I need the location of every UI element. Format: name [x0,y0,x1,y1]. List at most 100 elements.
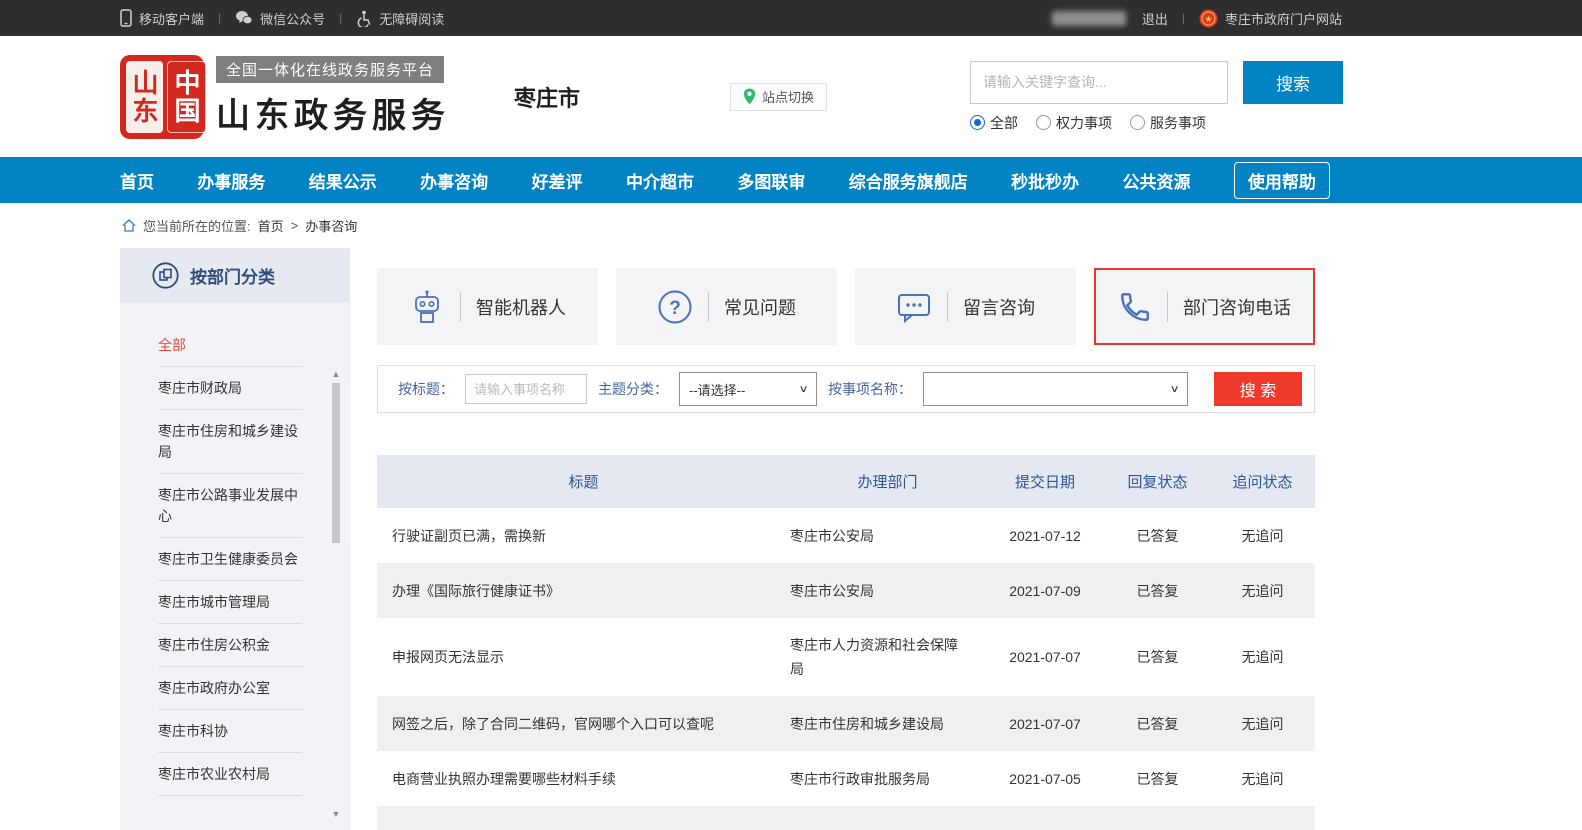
accessibility-link[interactable]: 无障碍阅读 [356,9,444,28]
nav-item-services[interactable]: 办事服务 [197,168,265,193]
item-name-select[interactable]: ∨ [923,372,1188,406]
breadcrumb-home-link[interactable]: 首页 [258,216,284,235]
row-department: 枣庄市人力资源和社会保障局 [790,633,985,681]
nav-item-rating[interactable]: 好差评 [532,168,583,193]
nav-item-home[interactable]: 首页 [120,168,154,193]
topbar-divider: | [1182,11,1185,25]
radio-service-items[interactable]: 服务事项 [1130,113,1206,133]
sidebar-item-city-management[interactable]: 枣庄市城市管理局 [158,581,302,624]
row-followup-status: 无追问 [1210,526,1315,546]
message-bubble-icon [896,290,932,324]
portal-link[interactable]: ★ 枣庄市政府门户网站 [1199,9,1342,28]
table-row[interactable]: 办理《国际旅行健康证书》 枣庄市公安局 2021-07-09 已答复 无追问 [377,563,1315,618]
nav-item-joint-review[interactable]: 多图联审 [737,168,805,193]
portal-label: 枣庄市政府门户网站 [1225,9,1342,28]
table-row[interactable]: 行驶证副页已满，需换新 枣庄市公安局 2021-07-12 已答复 无追问 [377,508,1315,563]
table-row[interactable]: 网签之后，除了合同二维码，官网哪个入口可以查呢 枣庄市住房和城乡建设局 2021… [377,696,1315,751]
row-title-link[interactable]: 申报网页无法显示 [377,647,790,667]
row-reply-status: 已答复 [1105,714,1210,734]
table-row[interactable]: 申报网页无法显示 枣庄市人力资源和社会保障局 2021-07-07 已答复 无追… [377,618,1315,696]
scroll-up-icon[interactable]: ▲ [330,369,342,379]
topic-select[interactable]: --请选择-- ∨ [679,372,817,406]
radio-unselected-icon [1130,115,1145,130]
sidebar-department-list: 全部 枣庄市财政局 枣庄市住房和城乡建设局 枣庄市公路事业发展中心 枣庄市卫生健… [120,303,350,830]
shandong-seal-logo: 山东 中国 [120,55,204,139]
row-date: 2021-07-07 [985,649,1105,665]
row-title-link[interactable]: 办理《国际旅行健康证书》 [377,581,790,601]
row-department: 枣庄市住房和城乡建设局 [790,712,985,736]
nav-item-consultation[interactable]: 办事咨询 [420,168,488,193]
home-icon [122,219,136,232]
city-name: 枣庄市 [514,81,580,113]
national-emblem-icon: ★ [1199,9,1218,28]
row-title-link[interactable]: 网签之后，除了合同二维码，官网哪个入口可以查呢 [377,714,790,734]
username-masked [1052,11,1126,26]
row-title-link[interactable]: 行驶证副页已满，需换新 [377,526,790,546]
sidebar-item-health-commission[interactable]: 枣庄市卫生健康委员会 [158,538,302,581]
sidebar-item-agriculture-bureau[interactable]: 枣庄市农业农村局 [158,753,302,796]
filter-search-button[interactable]: 搜 索 [1214,372,1302,406]
category-icon [152,262,179,289]
tab-divider [708,292,709,322]
row-department: 枣庄市公安局 [790,524,985,548]
site-header: 山东 中国 全国一体化在线政务服务平台 山东政务服务 枣庄市 站点切换 搜索 全… [0,36,1582,157]
wechat-label: 微信公众号 [260,9,325,28]
row-title-link[interactable]: 电商营业执照办理需要哪些材料手续 [377,769,790,789]
site-logo[interactable]: 山东 中国 全国一体化在线政务服务平台 山东政务服务 [120,55,450,139]
logout-link[interactable]: 退出 [1142,9,1168,28]
location-pin-icon [743,88,756,105]
chevron-down-icon: ∨ [1169,384,1179,395]
phone-icon [1118,290,1152,324]
column-header-followup-status: 追问状态 [1210,471,1315,492]
radio-all[interactable]: 全部 [970,113,1018,133]
scroll-down-icon[interactable]: ▼ [330,809,342,819]
sidebar-item-finance-bureau[interactable]: 枣庄市财政局 [158,367,302,410]
tab-divider [460,292,461,322]
mobile-client-label: 移动客户端 [139,9,204,28]
radio-power-label: 权力事项 [1056,113,1112,133]
breadcrumb-current: 办事咨询 [305,216,357,235]
sidebar-scrollbar[interactable]: ▲ ▼ [330,369,342,819]
nav-item-intermediary[interactable]: 中介超市 [626,168,694,193]
tab-department-phone[interactable]: 部门咨询电话 [1094,268,1315,345]
row-department: 枣庄市行政审批服务局 [790,767,985,791]
topbar-divider: | [339,11,342,25]
nav-item-flagship-store[interactable]: 综合服务旗舰店 [849,168,968,193]
chevron-down-icon: ∨ [798,384,808,395]
nav-item-public-resources[interactable]: 公共资源 [1123,168,1191,193]
table-row[interactable] [377,806,1315,830]
filter-item-label: 按事项名称： [828,379,912,399]
tab-department-phone-label: 部门咨询电话 [1183,294,1291,320]
wechat-link[interactable]: 微信公众号 [235,9,325,28]
radio-power-items[interactable]: 权力事项 [1036,113,1112,133]
svg-text:?: ? [669,298,681,319]
filter-title-input[interactable] [465,374,587,404]
sidebar-item-housing-construction[interactable]: 枣庄市住房和城乡建设局 [158,410,302,474]
sidebar-item-highway-center[interactable]: 枣庄市公路事业发展中心 [158,474,302,538]
row-reply-status: 已答复 [1105,581,1210,601]
sidebar-item-housing-fund[interactable]: 枣庄市住房公积金 [158,624,302,667]
keyword-search-input[interactable] [970,61,1228,104]
row-followup-status: 无追问 [1210,714,1315,734]
table-row[interactable]: 电商营业执照办理需要哪些材料手续 枣庄市行政审批服务局 2021-07-05 已… [377,751,1315,806]
sidebar-item-government-office[interactable]: 枣庄市政府办公室 [158,667,302,710]
nav-item-instant-approval[interactable]: 秒批秒办 [1011,168,1079,193]
tab-smart-robot[interactable]: 智能机器人 [377,268,598,345]
row-date: 2021-07-09 [985,583,1105,599]
scrollbar-thumb[interactable] [332,383,340,543]
topbar-divider: | [218,11,221,25]
sidebar-item-all[interactable]: 全部 [158,324,302,367]
nav-item-help[interactable]: 使用帮助 [1234,162,1330,199]
nav-item-results[interactable]: 结果公示 [309,168,377,193]
sidebar-item-science-association[interactable]: 枣庄市科协 [158,710,302,753]
breadcrumb-separator: > [291,218,299,233]
column-header-date: 提交日期 [985,471,1105,492]
row-followup-status: 无追问 [1210,647,1315,667]
site-switch-button[interactable]: 站点切换 [730,83,827,111]
mobile-client-link[interactable]: 移动客户端 [120,9,204,28]
table-header-row: 标题 办理部门 提交日期 回复状态 追问状态 [377,455,1315,508]
platform-banner: 全国一体化在线政务服务平台 [216,56,444,83]
tab-message-consult[interactable]: 留言咨询 [855,268,1076,345]
header-search-button[interactable]: 搜索 [1243,61,1343,104]
tab-faq[interactable]: ? 常见问题 [616,268,837,345]
